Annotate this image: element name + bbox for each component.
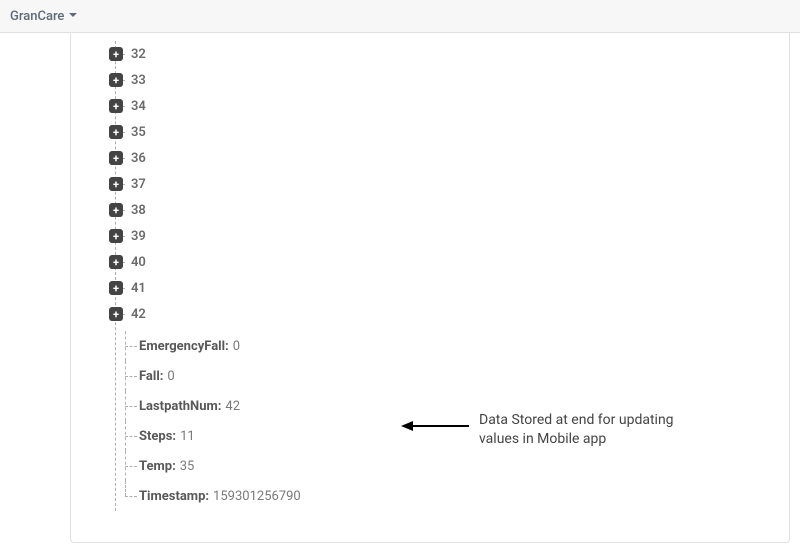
node-label: 34 bbox=[131, 99, 146, 114]
tree-node[interactable]: + 40 bbox=[109, 249, 789, 275]
leaf-key: LastpathNum: bbox=[139, 399, 221, 414]
tree-node[interactable]: + 33 bbox=[109, 67, 789, 93]
tree-node[interactable]: + 39 bbox=[109, 223, 789, 249]
tree-node[interactable]: + 37 bbox=[109, 171, 789, 197]
leaf-key: Temp: bbox=[139, 459, 176, 474]
plus-icon[interactable]: + bbox=[109, 99, 123, 113]
plus-icon[interactable]: + bbox=[109, 229, 123, 243]
annotation-line2: values in Mobile app bbox=[479, 431, 606, 447]
plus-icon[interactable]: + bbox=[109, 151, 123, 165]
plus-icon[interactable]: + bbox=[109, 307, 123, 321]
leaf-key: Timestamp: bbox=[139, 489, 209, 504]
app-switcher[interactable]: GranCare bbox=[10, 9, 78, 24]
tree-node[interactable]: + 36 bbox=[109, 145, 789, 171]
node-label: 42 bbox=[131, 307, 146, 322]
node-label: 33 bbox=[131, 73, 146, 88]
leaf-key: Fall: bbox=[139, 369, 163, 384]
leaf-key: Steps: bbox=[139, 429, 176, 444]
tree-node[interactable]: + 34 bbox=[109, 93, 789, 119]
tree-node[interactable]: + 32 bbox=[109, 41, 789, 67]
node-label: 39 bbox=[131, 229, 146, 244]
node-label: 38 bbox=[131, 203, 146, 218]
tree-leaf[interactable]: Fall: 0 bbox=[119, 361, 789, 391]
plus-icon[interactable]: + bbox=[109, 281, 123, 295]
tree-node[interactable]: + 35 bbox=[109, 119, 789, 145]
tree-leaf[interactable]: Timestamp: 159301256790 bbox=[119, 481, 789, 511]
plus-icon[interactable]: + bbox=[109, 177, 123, 191]
node-label: 40 bbox=[131, 255, 146, 270]
leaf-value: 0 bbox=[167, 369, 174, 384]
leaf-value: 0 bbox=[233, 339, 240, 354]
node-label: 41 bbox=[131, 281, 146, 296]
plus-icon[interactable]: + bbox=[109, 203, 123, 217]
leaf-value: 11 bbox=[180, 429, 195, 444]
node-label: 35 bbox=[131, 125, 146, 140]
arrow-left-icon bbox=[401, 419, 471, 437]
leaf-value: 35 bbox=[180, 459, 195, 474]
plus-icon[interactable]: + bbox=[109, 47, 123, 61]
tree-node[interactable]: + 42 bbox=[109, 301, 789, 327]
leaf-key: EmergencyFall: bbox=[139, 339, 229, 354]
node-label: 37 bbox=[131, 177, 146, 192]
chevron-down-icon bbox=[68, 9, 78, 24]
leaf-value: 42 bbox=[225, 399, 240, 414]
tree-node[interactable]: + 38 bbox=[109, 197, 789, 223]
plus-icon[interactable]: + bbox=[109, 125, 123, 139]
annotation-text: Data Stored at end for updating values i… bbox=[479, 411, 674, 449]
plus-icon[interactable]: + bbox=[109, 255, 123, 269]
app-name-label: GranCare bbox=[10, 9, 64, 24]
tree-node[interactable]: + 41 bbox=[109, 275, 789, 301]
leaf-value: 159301256790 bbox=[213, 489, 301, 504]
annotation: Data Stored at end for updating values i… bbox=[401, 411, 674, 449]
node-label: 36 bbox=[131, 151, 146, 166]
node-label: 32 bbox=[131, 47, 146, 62]
database-tree-panel: + 32 + 33 + 34 + 35 + 36 + 37 + 38 + 39 bbox=[70, 33, 790, 543]
annotation-line1: Data Stored at end for updating bbox=[479, 412, 674, 428]
top-bar: GranCare bbox=[0, 0, 800, 33]
plus-icon[interactable]: + bbox=[109, 73, 123, 87]
tree-leaf[interactable]: EmergencyFall: 0 bbox=[119, 331, 789, 361]
tree-leaf[interactable]: Temp: 35 bbox=[119, 451, 789, 481]
